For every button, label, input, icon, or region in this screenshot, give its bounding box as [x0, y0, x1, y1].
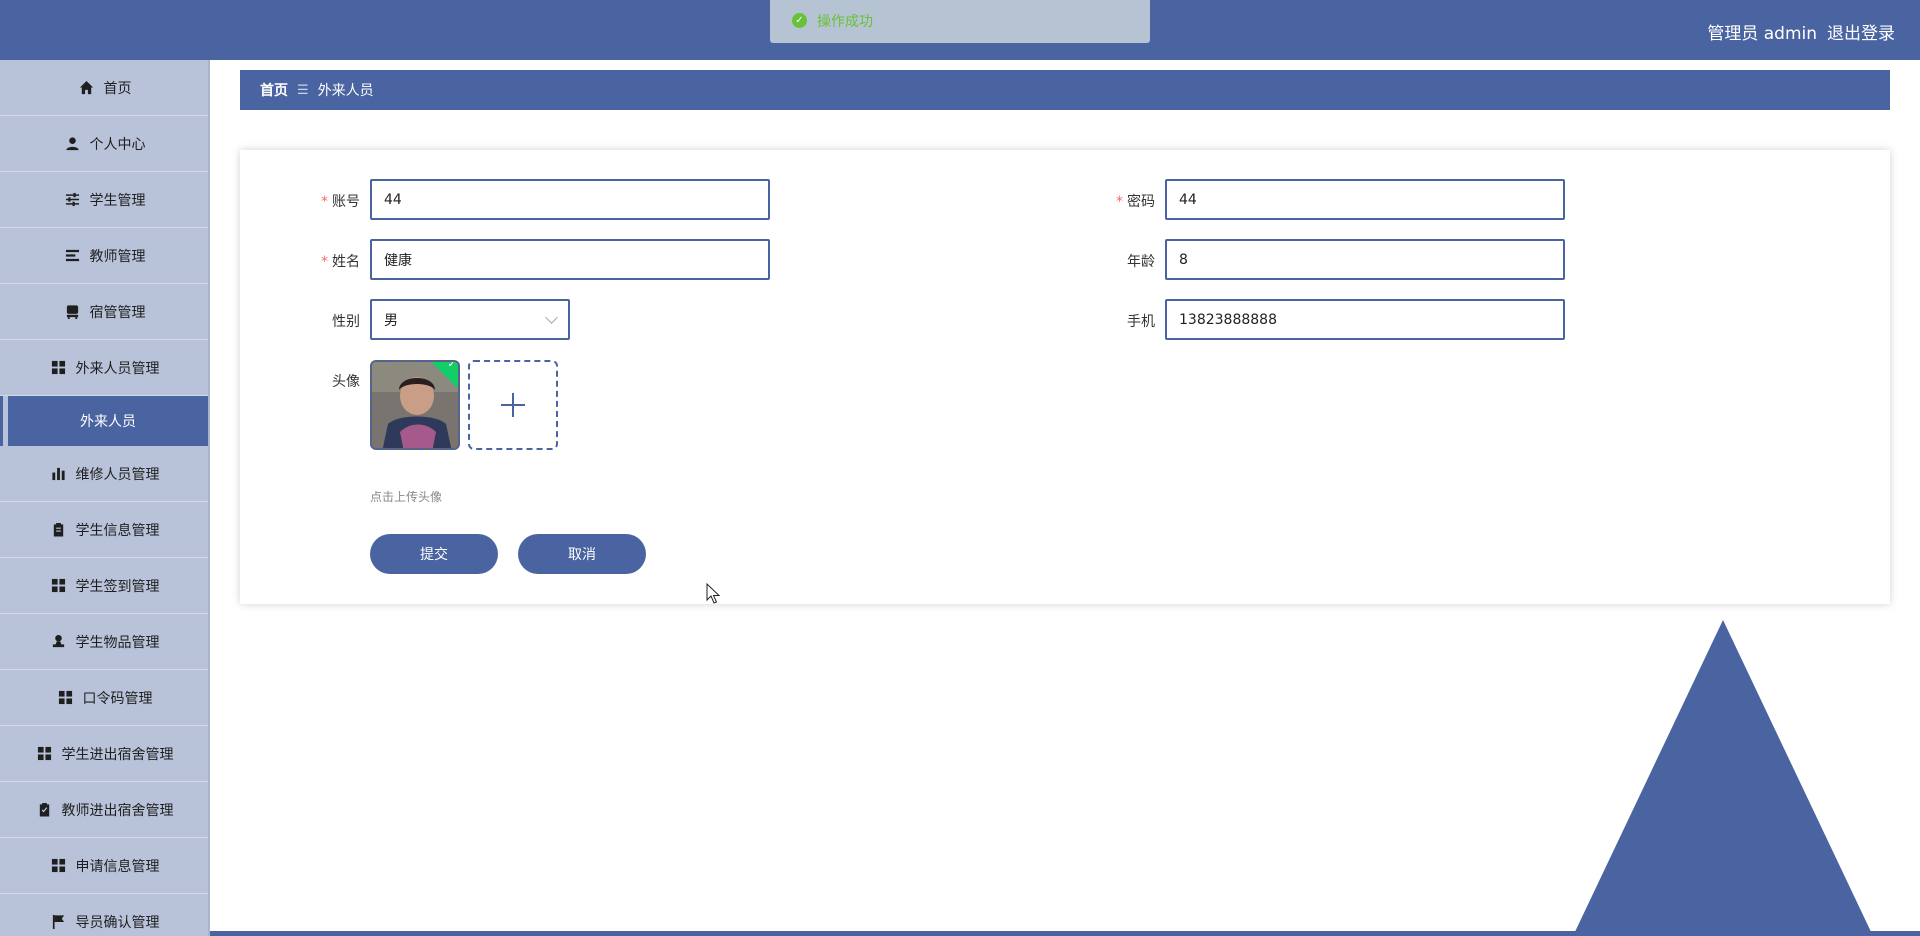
bar-chart-icon — [51, 467, 65, 481]
password-input[interactable]: 44 — [1165, 179, 1565, 220]
sidebar-item-maintenance-staff[interactable]: 维修人员管理 — [0, 446, 210, 502]
sidebar-item-label: 维修人员管理 — [75, 466, 160, 483]
list-icon — [65, 249, 79, 262]
avatar-upload-tip: 点击上传头像 — [370, 490, 443, 504]
sidebar-item-teacher-dorm-access[interactable]: 教师进出宿舍管理 — [0, 782, 210, 838]
sidebar-item-label: 首页 — [103, 80, 132, 97]
grid-icon — [58, 690, 72, 705]
sidebar-item-label: 学生物品管理 — [75, 634, 160, 651]
account-input[interactable]: 44 — [370, 179, 770, 220]
sliders-icon — [65, 192, 79, 207]
sidebar-item-label: 学生管理 — [89, 192, 146, 209]
avatar-label: 头像 — [332, 374, 360, 390]
sidebar-item-student-info[interactable]: 学生信息管理 — [0, 502, 210, 558]
sidebar-item-label: 教师管理 — [89, 248, 146, 265]
password-label: * 密码 — [1116, 194, 1155, 210]
sidebar-item-student-dorm-access[interactable]: 学生进出宿舍管理 — [0, 726, 210, 782]
sidebar-item-label: 外来人员 — [80, 414, 136, 430]
sidebar-item-counselor-confirm[interactable]: 导员确认管理 — [0, 894, 210, 936]
grid-icon — [51, 858, 65, 873]
sidebar-item-passcode[interactable]: 口令码管理 — [0, 670, 210, 726]
sidebar-item-label: 外来人员管理 — [75, 360, 160, 377]
check-circle-icon: ✓ — [792, 13, 807, 28]
avatar-upload-button[interactable] — [468, 360, 558, 450]
gender-select[interactable]: 男 — [370, 299, 570, 340]
account-label: * 账号 — [321, 194, 360, 210]
sidebar-item-label: 教师进出宿舍管理 — [61, 802, 174, 819]
cancel-button[interactable]: 取消 — [518, 534, 646, 574]
sidebar-item-students[interactable]: 学生管理 — [0, 172, 210, 228]
sidebar-item-label: 申请信息管理 — [75, 858, 160, 875]
sidebar-item-applications[interactable]: 申请信息管理 — [0, 838, 210, 894]
age-label: 年龄 — [1127, 254, 1155, 270]
sidebar-item-home[interactable]: 首页 — [0, 60, 210, 116]
flag-icon — [52, 914, 64, 929]
sidebar-item-label: 学生签到管理 — [75, 578, 160, 595]
user-icon — [65, 137, 79, 151]
breadcrumb-home[interactable]: 首页 — [260, 80, 288, 100]
sidebar-item-visitor-management[interactable]: 外来人员管理 — [0, 340, 210, 396]
visitor-form-card: * 账号 44 * 密码 44 * 姓名 健康 年龄 8 性别 男 手机 138238… — [240, 150, 1890, 604]
name-input[interactable]: 健康 — [370, 239, 770, 280]
sidebar-item-dorm-managers[interactable]: 宿管管理 — [0, 284, 210, 340]
sidebar-menu: 首页 个人中心 学生管理 教师管理 宿管管理 外来人员管理 外来人员 维修人员管… — [0, 60, 210, 936]
bottom-accent-line — [210, 931, 1920, 936]
chevron-down-icon — [545, 311, 558, 324]
age-input[interactable]: 8 — [1165, 239, 1565, 280]
clipboard-check-icon — [39, 802, 49, 817]
gender-label: 性别 — [332, 314, 360, 330]
sidebar-item-student-items[interactable]: 学生物品管理 — [0, 614, 210, 670]
phone-input[interactable]: 13823888888 — [1165, 299, 1565, 340]
sidebar-item-student-checkin[interactable]: 学生签到管理 — [0, 558, 210, 614]
logout-link[interactable]: 退出登录 — [1827, 19, 1895, 44]
success-toast: ✓ 操作成功 — [770, 0, 1150, 43]
decorative-triangle — [1573, 620, 1873, 936]
sidebar-item-label: 学生信息管理 — [75, 522, 160, 539]
grid-icon — [37, 746, 51, 761]
breadcrumb-current: 外来人员 — [317, 83, 374, 99]
menu-icon: ☰ — [297, 82, 309, 98]
mouse-cursor-icon — [706, 583, 721, 604]
sidebar-item-teachers[interactable]: 教师管理 — [0, 228, 210, 284]
sidebar-item-label: 宿管管理 — [89, 304, 146, 321]
sidebar-item-profile[interactable]: 个人中心 — [0, 116, 210, 172]
grid-icon — [51, 360, 65, 375]
plus-icon — [501, 393, 525, 417]
breadcrumb: 首页 ☰ 外来人员 — [240, 70, 1890, 110]
grid-icon — [51, 578, 65, 593]
name-label: * 姓名 — [321, 254, 360, 270]
sidebar-item-label: 个人中心 — [89, 136, 146, 153]
stamp-icon — [52, 634, 64, 648]
phone-label: 手机 — [1127, 314, 1155, 330]
sidebar-item-label: 口令码管理 — [82, 690, 153, 707]
admin-user-label[interactable]: 管理员 admin — [1707, 19, 1817, 44]
chair-icon — [66, 305, 78, 319]
home-icon — [79, 80, 93, 95]
check-icon: ✓ — [447, 360, 456, 371]
user-area: 管理员 admin 退出登录 — [1707, 19, 1895, 44]
sidebar-item-label: 学生进出宿舍管理 — [61, 746, 174, 763]
toast-message: 操作成功 — [817, 14, 873, 30]
sidebar-subitem-visitors[interactable]: 外来人员 — [0, 396, 208, 446]
clipboard-icon — [53, 522, 63, 537]
submit-button[interactable]: 提交 — [370, 534, 498, 574]
sidebar-item-label: 导员确认管理 — [75, 914, 160, 931]
avatar-preview[interactable]: ✓ — [370, 360, 460, 450]
